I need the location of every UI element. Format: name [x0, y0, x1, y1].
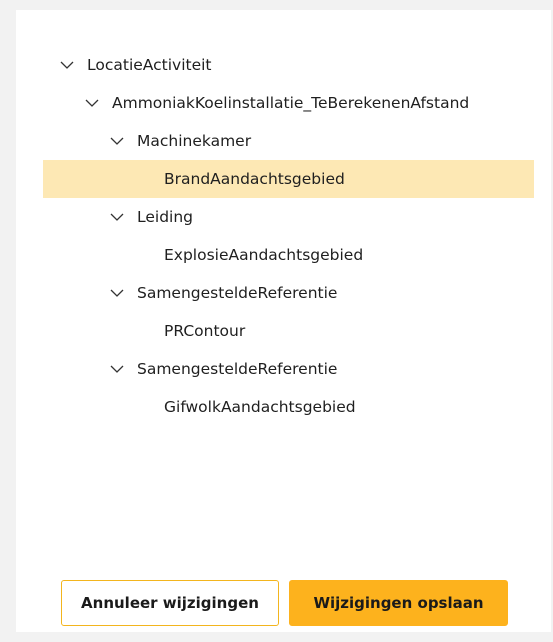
- chevron-down-icon[interactable]: [110, 210, 124, 224]
- chevron-down-icon[interactable]: [60, 58, 74, 72]
- tree-node-samengesteldereferentie[interactable]: SamengesteldeReferentie: [16, 274, 551, 312]
- tree-leaf-label: GifwolkAandachtsgebied: [164, 398, 356, 416]
- tree-leaf-explosieaandachtsgebied[interactable]: ExplosieAandachtsgebied: [16, 236, 551, 274]
- save-changes-button[interactable]: Wijzigingen opslaan: [289, 580, 508, 626]
- tree-leaf-label: ExplosieAandachtsgebied: [164, 246, 364, 264]
- tree-view: LocatieActiviteit AmmoniakKoelinstallati…: [16, 46, 551, 426]
- tree-leaf-prcontour[interactable]: PRContour: [16, 312, 551, 350]
- tree-node-ammoniakkoelinstallatie[interactable]: AmmoniakKoelinstallatie_TeBerekenenAfsta…: [16, 84, 551, 122]
- tree-node-label: LocatieActiviteit: [87, 56, 212, 74]
- tree-node-samengesteldereferentie[interactable]: SamengesteldeReferentie: [16, 350, 551, 388]
- tree-node-label: SamengesteldeReferentie: [137, 284, 338, 302]
- tree-node-label: Leiding: [137, 208, 194, 226]
- footer-actions: Annuleer wijzigingen Wijzigingen opslaan: [16, 580, 551, 626]
- cancel-changes-button[interactable]: Annuleer wijzigingen: [61, 580, 279, 626]
- tree-node-label: AmmoniakKoelinstallatie_TeBerekenenAfsta…: [112, 94, 470, 112]
- chevron-down-icon[interactable]: [85, 96, 99, 110]
- tree-node-machinekamer[interactable]: Machinekamer: [16, 122, 551, 160]
- tree-leaf-gifwolkaandachtsgebied[interactable]: GifwolkAandachtsgebied: [16, 388, 551, 426]
- chevron-down-icon[interactable]: [110, 134, 124, 148]
- tree-leaf-label: PRContour: [164, 322, 246, 340]
- tree-node-locatieactiviteit[interactable]: LocatieActiviteit: [16, 46, 551, 84]
- chevron-down-icon[interactable]: [110, 286, 124, 300]
- tree-node-label: Machinekamer: [137, 132, 252, 150]
- tree-node-leiding[interactable]: Leiding: [16, 198, 551, 236]
- chevron-down-icon[interactable]: [110, 362, 124, 376]
- tree-node-label: SamengesteldeReferentie: [137, 360, 338, 378]
- tree-leaf-brandaandachtsgebied[interactable]: BrandAandachtsgebied: [43, 160, 534, 198]
- tree-leaf-label: BrandAandachtsgebied: [164, 170, 345, 188]
- tree-panel: LocatieActiviteit AmmoniakKoelinstallati…: [16, 10, 551, 632]
